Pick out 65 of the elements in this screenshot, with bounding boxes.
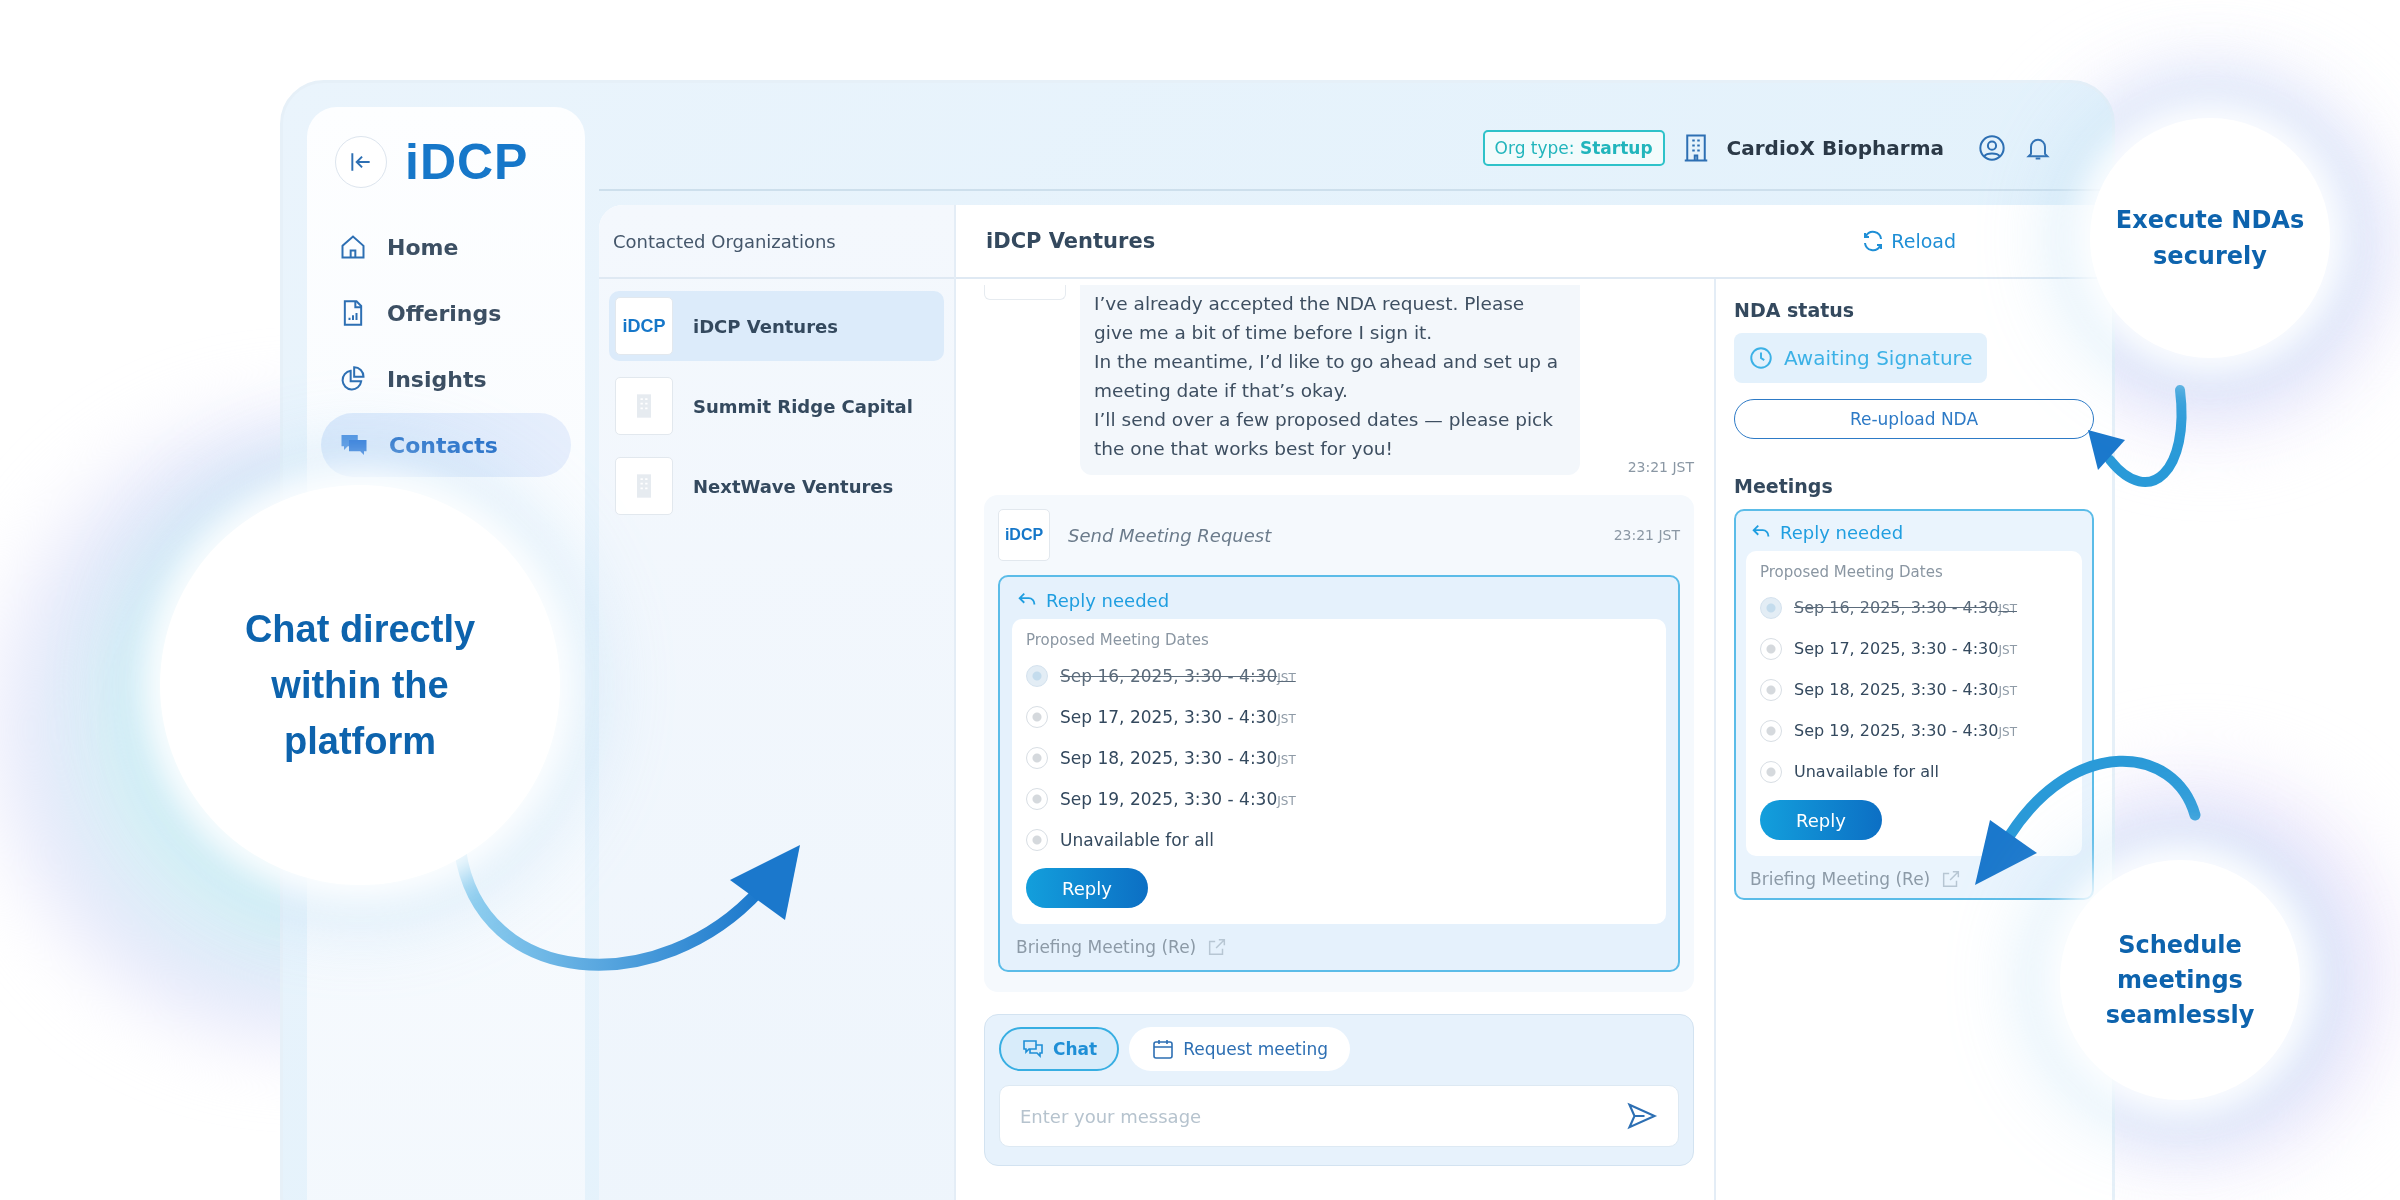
sender-logo: iDCP: [998, 509, 1050, 561]
callout-bubble: Execute NDAs securely: [2090, 118, 2330, 358]
pie-chart-icon: [339, 365, 367, 393]
date-option: Sep 18, 2025, 3:30 - 4:30JST: [1060, 747, 1296, 768]
radio-button[interactable]: [1026, 705, 1048, 728]
organization-item[interactable]: iDCP iDCP Ventures: [609, 291, 944, 361]
message-text: I’ll send over a few proposed dates — please pick the one that works best for you!: [1094, 408, 1554, 461]
reply-needed-status: Reply needed: [1750, 521, 2082, 543]
dates-label: Proposed Meeting Dates: [1760, 563, 1944, 581]
radio-button[interactable]: [1760, 637, 1782, 660]
reupload-button[interactable]: Re-upload NDA: [1734, 399, 2094, 439]
radio-button[interactable]: [1760, 678, 1782, 701]
meetings-heading: Meetings: [1734, 475, 1834, 497]
request-title: Send Meeting Request: [1068, 524, 1272, 546]
nav-item[interactable]: Contacts: [321, 413, 571, 477]
chat-bubbles-icon: [1021, 1037, 1045, 1061]
conversation-title: iDCP Ventures: [986, 229, 1156, 253]
reply-needed-status: Reply needed: [1016, 589, 1666, 611]
nav-item[interactable]: Home: [321, 215, 571, 279]
date-option: Sep 17, 2025, 3:30 - 4:30JST: [1794, 639, 2017, 658]
nda-status: Awaiting Signature: [1734, 333, 1987, 383]
radio-button[interactable]: [1026, 787, 1048, 810]
reply-button[interactable]: Reply: [1760, 800, 1882, 840]
message-text: I’ve already accepted the NDA request. Please give me a bit of time before I sign it.: [1094, 292, 1526, 345]
organization-logo: iDCP: [615, 297, 673, 355]
date-option: Unavailable for all: [1060, 829, 1214, 850]
nda-heading: NDA status: [1734, 299, 1856, 321]
meeting-link[interactable]: Briefing Meeting (Re): [1016, 936, 1229, 958]
home-icon: [339, 233, 367, 261]
nav-item[interactable]: Insights: [321, 347, 571, 411]
radio-button[interactable]: [1760, 760, 1782, 783]
building-icon: [615, 457, 673, 515]
organization-item[interactable]: Summit Ridge Capital: [609, 371, 944, 441]
message-input[interactable]: Enter your message: [999, 1085, 1679, 1147]
reply-button[interactable]: Reply: [1026, 868, 1148, 908]
composer-tab[interactable]: Request meeting: [1129, 1027, 1351, 1071]
date-option: Sep 18, 2025, 3:30 - 4:30JST: [1794, 680, 2017, 699]
send-icon[interactable]: [1625, 1101, 1659, 1131]
radio-button[interactable]: [1026, 746, 1048, 769]
building-icon: [615, 377, 673, 435]
collapse-button[interactable]: [335, 136, 387, 188]
dates-label: Proposed Meeting Dates: [1026, 631, 1210, 649]
message-text: In the meantime, I’d like to go ahead and set up a meeting date if that’s okay.: [1094, 350, 1560, 403]
callout-bubble: Schedule meetings seamlessly: [2060, 860, 2300, 1100]
contacts-heading: Contacted Organizations: [599, 205, 954, 279]
logo: iDCP: [405, 133, 529, 191]
clock-icon: [1748, 345, 1774, 371]
message-time: 23:21 JST: [1627, 459, 1694, 475]
calendar-icon: [1151, 1037, 1176, 1061]
request-time: 23:21 JST: [1613, 527, 1680, 543]
date-option: Sep 17, 2025, 3:30 - 4:30JST: [1060, 706, 1296, 727]
date-option: Unavailable for all: [1794, 762, 1939, 781]
reload-button[interactable]: Reload: [1861, 229, 1956, 253]
building-icon: [1682, 133, 1709, 163]
date-option: Sep 19, 2025, 3:30 - 4:30JST: [1060, 788, 1296, 809]
radio-button[interactable]: [1026, 828, 1048, 851]
user-icon[interactable]: [1978, 134, 2006, 162]
organization-item[interactable]: NextWave Ventures: [609, 451, 944, 521]
composer-tab[interactable]: Chat: [999, 1027, 1120, 1071]
nav-item[interactable]: Offerings: [321, 281, 571, 345]
meeting-link[interactable]: Briefing Meeting (Re): [1750, 868, 1963, 890]
radio-button[interactable]: [1760, 719, 1782, 742]
date-option: Sep 19, 2025, 3:30 - 4:30JST: [1794, 721, 2017, 740]
org-type-badge: Org type: Startup: [1482, 130, 1665, 166]
organization-name: CardioX Biopharma: [1726, 136, 1944, 160]
